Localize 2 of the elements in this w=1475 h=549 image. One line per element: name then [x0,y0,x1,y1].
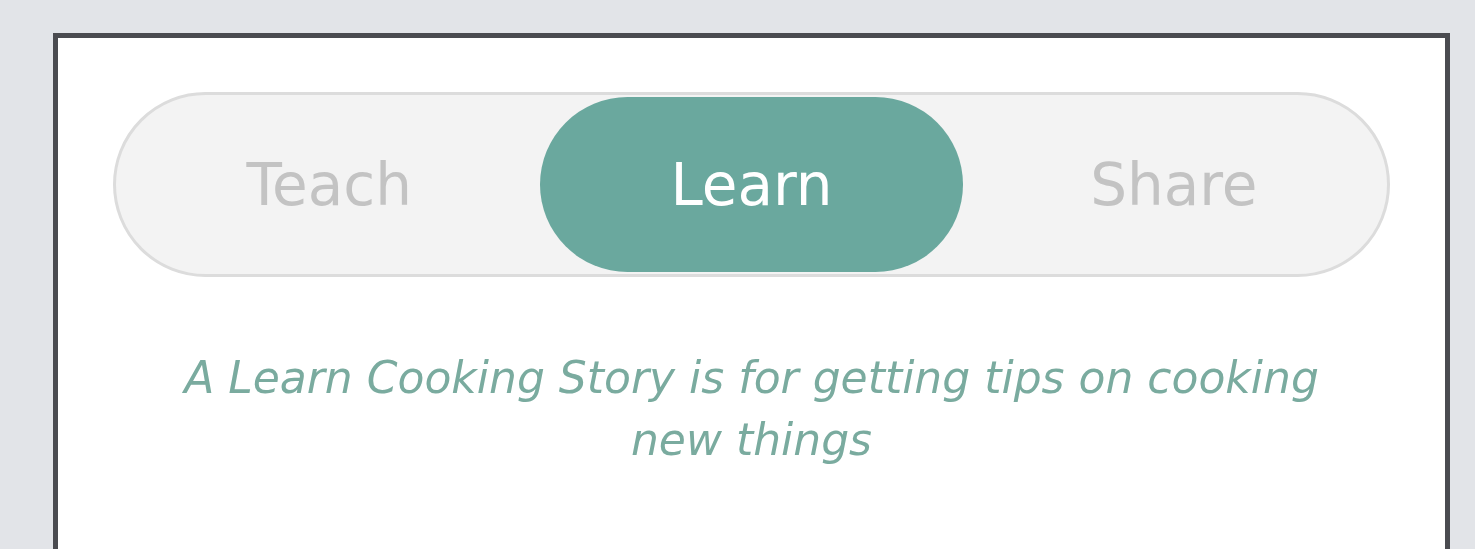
description-text: A Learn Cooking Story is for getting tips on cooking new things [181,351,1320,467]
tab[interactable]: Learn [540,97,963,272]
